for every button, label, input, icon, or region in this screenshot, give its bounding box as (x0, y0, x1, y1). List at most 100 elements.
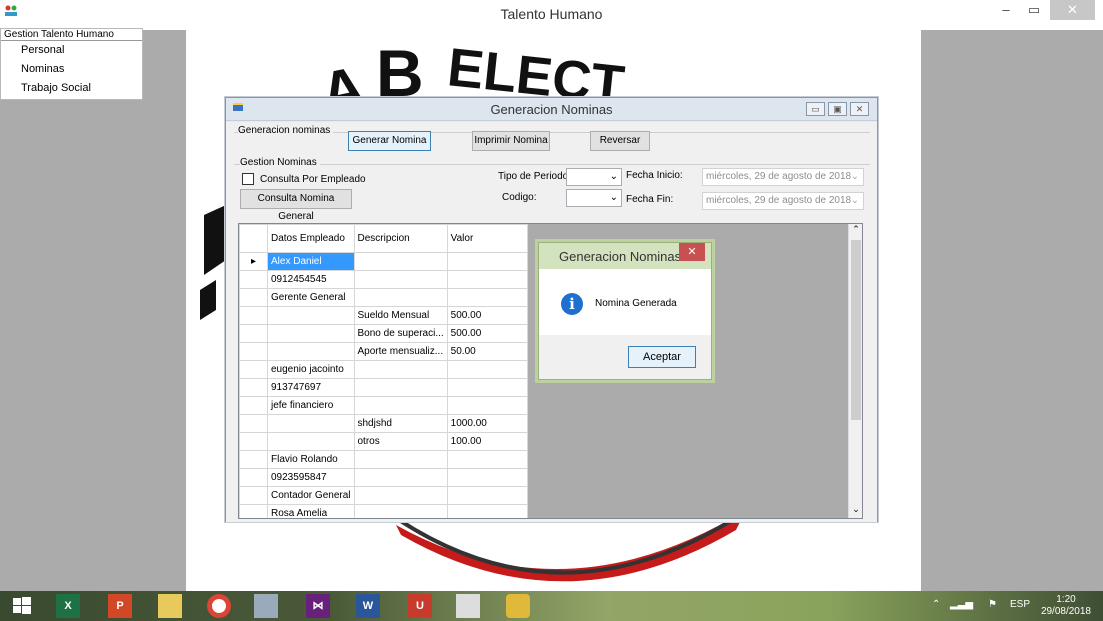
row-header[interactable]: ▸ (239, 252, 268, 271)
row-header[interactable] (239, 486, 268, 505)
menu-item-personal[interactable]: Personal (1, 41, 142, 60)
imprimir-nomina-button[interactable]: Imprimir Nomina (472, 131, 550, 151)
table-cell[interactable]: 500.00 (446, 306, 528, 325)
table-cell[interactable] (446, 450, 528, 469)
column-header-datos[interactable]: Datos Empleado (267, 224, 355, 253)
table-cell[interactable]: 0923595847 (267, 468, 355, 487)
row-header[interactable] (239, 378, 268, 397)
consulta-empleado-checkbox[interactable] (242, 173, 254, 185)
table-row[interactable]: Flavio Rolando (239, 450, 528, 469)
excel-icon[interactable]: X (56, 594, 80, 618)
message-box-close-button[interactable]: ✕ (679, 243, 705, 261)
table-cell[interactable]: 500.00 (446, 324, 528, 343)
table-row[interactable]: eugenio jacointo (239, 360, 528, 379)
scroll-down-icon[interactable]: ⌄ (849, 504, 862, 518)
windows-start-icon[interactable] (10, 594, 34, 618)
table-cell[interactable]: Flavio Rolando (267, 450, 355, 469)
table-cell[interactable] (353, 270, 448, 289)
table-cell[interactable] (446, 396, 528, 415)
table-cell[interactable]: 100.00 (446, 432, 528, 451)
table-cell[interactable] (353, 360, 448, 379)
aceptar-button[interactable]: Aceptar (628, 346, 696, 368)
table-cell[interactable] (446, 360, 528, 379)
fecha-inicio-picker[interactable]: miércoles, 29 de agosto de 2018 ⌄ (702, 168, 864, 186)
table-cell[interactable] (446, 288, 528, 307)
network-icon[interactable]: ▂▃▅ (950, 599, 973, 610)
scroll-thumb[interactable] (851, 240, 861, 420)
file-explorer-icon[interactable] (158, 594, 182, 618)
table-row[interactable]: otros 100.00 (239, 432, 528, 451)
table-row[interactable]: 0912454545 (239, 270, 528, 289)
word-icon[interactable]: W (356, 594, 380, 618)
tool-icon[interactable] (254, 594, 278, 618)
column-header-valor[interactable]: Valor (446, 224, 528, 253)
table-row[interactable]: 913747697 (239, 378, 528, 397)
table-cell[interactable] (267, 432, 355, 451)
table-cell[interactable] (267, 414, 355, 433)
table-row[interactable]: Gerente General (239, 288, 528, 307)
minimize-button[interactable]: – (992, 0, 1020, 20)
key-icon[interactable] (506, 594, 530, 618)
table-cell[interactable] (446, 252, 528, 271)
generar-nomina-button[interactable]: Generar Nomina (348, 131, 431, 151)
table-cell[interactable]: Sueldo Mensual (353, 306, 448, 325)
flag-icon[interactable]: ⚑ (988, 599, 997, 610)
row-header[interactable] (239, 450, 268, 469)
table-cell[interactable] (353, 252, 448, 271)
grid-vertical-scrollbar[interactable]: ⌃ ⌄ (848, 224, 862, 518)
table-row[interactable]: Contador General (239, 486, 528, 505)
column-header-descripcion[interactable]: Descripcion (353, 224, 448, 253)
table-cell[interactable] (446, 504, 528, 518)
tipo-periodo-combo[interactable]: ⌄ (566, 168, 622, 186)
scroll-up-icon[interactable]: ⌃ (849, 224, 862, 238)
row-header[interactable] (239, 432, 268, 451)
table-cell[interactable] (353, 468, 448, 487)
table-cell[interactable]: otros (353, 432, 448, 451)
consulta-nomina-general-button[interactable]: Consulta Nomina General (240, 189, 352, 222)
tray-expand-icon[interactable]: ⌃ (932, 599, 940, 610)
row-header[interactable] (239, 414, 268, 433)
row-header[interactable] (239, 396, 268, 415)
row-header[interactable] (239, 270, 268, 289)
table-row[interactable]: ▸ Alex Daniel (239, 252, 528, 271)
table-cell[interactable]: Rosa Amelia (267, 504, 355, 518)
table-row[interactable]: 0923595847 (239, 468, 528, 487)
child-minimize-button[interactable]: ▭ (806, 102, 825, 116)
table-cell[interactable]: Aporte mensualiz... (353, 342, 448, 361)
row-header[interactable] (239, 342, 268, 361)
table-cell[interactable]: Contador General (267, 486, 355, 505)
system-clock[interactable]: 1:20 29/08/2018 (1041, 594, 1091, 618)
reversar-button[interactable]: Reversar (590, 131, 650, 151)
table-cell[interactable] (446, 486, 528, 505)
table-cell[interactable]: shdjshd (353, 414, 448, 433)
table-cell[interactable]: jefe financiero (267, 396, 355, 415)
table-row[interactable]: Bono de superaci... 500.00 (239, 324, 528, 343)
table-cell[interactable] (353, 486, 448, 505)
row-header[interactable] (239, 468, 268, 487)
table-cell[interactable] (353, 378, 448, 397)
table-cell[interactable]: eugenio jacointo (267, 360, 355, 379)
table-cell[interactable]: 0912454545 (267, 270, 355, 289)
table-cell[interactable] (267, 324, 355, 343)
table-cell[interactable] (353, 288, 448, 307)
child-maximize-button[interactable]: ▣ (828, 102, 847, 116)
table-cell[interactable] (353, 450, 448, 469)
menu-header[interactable]: Gestion Talento Humano (1, 29, 142, 41)
table-cell[interactable] (446, 270, 528, 289)
language-indicator[interactable]: ESP (1010, 599, 1030, 610)
row-header[interactable] (239, 504, 268, 518)
table-cell[interactable]: Gerente General (267, 288, 355, 307)
chrome-icon[interactable] (207, 594, 231, 618)
table-cell[interactable] (353, 396, 448, 415)
table-cell[interactable] (446, 468, 528, 487)
table-cell[interactable] (446, 378, 528, 397)
child-close-button[interactable]: ✕ (850, 102, 869, 116)
maximize-button[interactable]: ▭ (1020, 0, 1048, 20)
table-row[interactable]: Rosa Amelia (239, 504, 528, 518)
table-cell[interactable]: Bono de superaci... (353, 324, 448, 343)
menu-item-nominas[interactable]: Nominas (1, 60, 142, 79)
app-red-icon[interactable]: U (408, 594, 432, 618)
codigo-combo[interactable]: ⌄ (566, 189, 622, 207)
close-button[interactable]: ✕ (1050, 0, 1095, 20)
table-row[interactable]: jefe financiero (239, 396, 528, 415)
